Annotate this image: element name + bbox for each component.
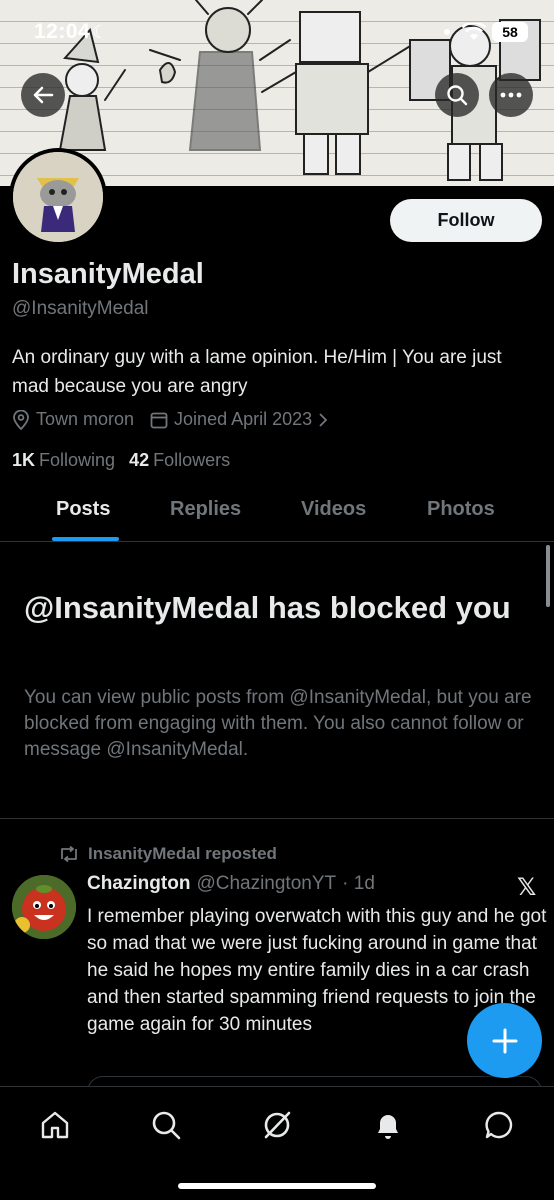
repost-indicator: InsanityMedal reposted	[58, 844, 277, 864]
status-bar: 12:04 ☾ 58	[0, 0, 554, 64]
avatar-image	[13, 152, 103, 242]
search-button[interactable]	[435, 73, 479, 117]
followers-link[interactable]: 42 Followers	[129, 450, 230, 471]
home-indicator[interactable]	[178, 1183, 376, 1189]
nav-messages[interactable]	[481, 1107, 517, 1143]
location-pin-icon	[13, 409, 29, 430]
following-count: 1K	[12, 450, 36, 470]
blocked-title: @InsanityMedal has blocked you	[24, 590, 511, 625]
follow-counts: 1K Following 42 Followers	[12, 450, 230, 471]
joined-item[interactable]: Joined April 2023	[150, 409, 328, 430]
back-button[interactable]	[21, 73, 65, 117]
more-icon	[500, 92, 522, 98]
follow-button[interactable]: Follow	[390, 199, 542, 242]
chevron-right-icon	[319, 412, 328, 427]
profile-avatar[interactable]	[9, 148, 107, 246]
tab-replies[interactable]: Replies	[170, 498, 241, 521]
nav-grok[interactable]	[259, 1107, 295, 1143]
profile-display-name: InsanityMedal	[12, 258, 204, 290]
tab-videos[interactable]: Videos	[301, 498, 366, 521]
location-text: Town moron	[36, 409, 135, 429]
status-time: 12:04	[34, 20, 91, 43]
repost-icon	[61, 846, 77, 862]
plus-icon	[492, 1028, 517, 1053]
nav-notifications[interactable]	[370, 1107, 406, 1143]
active-tab-indicator	[52, 537, 119, 541]
divider	[0, 818, 554, 819]
scrollbar[interactable]	[546, 545, 550, 607]
signal-icon	[444, 29, 450, 35]
location-item: Town moron	[12, 409, 134, 430]
joined-text: Joined April 2023	[174, 409, 313, 429]
post-time: · 1d	[342, 873, 375, 894]
home-icon	[41, 1111, 69, 1139]
post-author-avatar[interactable]	[12, 875, 76, 939]
blocked-description: You can view public posts from @Insanity…	[24, 687, 532, 760]
nav-home[interactable]	[37, 1107, 73, 1143]
tab-photos[interactable]: Photos	[427, 498, 495, 521]
following-link[interactable]: 1K Following	[12, 450, 115, 471]
profile-tabs: Posts Replies Videos Photos	[0, 486, 554, 542]
tab-posts[interactable]: Posts	[56, 498, 110, 521]
calendar-icon	[150, 412, 168, 428]
post-author-name[interactable]: Chazington	[87, 873, 190, 895]
search-icon	[152, 1111, 181, 1140]
following-label: Following	[39, 450, 116, 470]
nav-search[interactable]	[148, 1107, 184, 1143]
search-icon	[447, 85, 468, 106]
followers-label: Followers	[153, 450, 231, 470]
repost-label: InsanityMedal reposted	[88, 844, 277, 863]
post-author-handle[interactable]: @ChazingtonYT	[196, 873, 336, 895]
grok-icon	[264, 1111, 291, 1139]
messages-icon	[485, 1111, 513, 1139]
battery-indicator: 58	[492, 22, 528, 42]
followers-count: 42	[129, 450, 150, 470]
profile-bio: An ordinary guy with a lame opinion. He/…	[12, 347, 502, 397]
back-arrow-icon	[33, 86, 54, 104]
more-button[interactable]	[489, 73, 533, 117]
post-header: Chazington @ChazingtonYT · 1d	[87, 873, 375, 895]
status-indicators: 58	[444, 22, 528, 42]
do-not-disturb-icon: ☾	[92, 22, 109, 42]
profile-handle: @InsanityMedal	[12, 298, 149, 319]
x-logo-icon: 𝕏	[517, 873, 537, 901]
wifi-icon	[462, 23, 486, 40]
profile-meta: Town moron Joined April 2023	[12, 409, 344, 430]
compose-button[interactable]	[467, 1003, 542, 1078]
bell-icon	[378, 1115, 398, 1139]
